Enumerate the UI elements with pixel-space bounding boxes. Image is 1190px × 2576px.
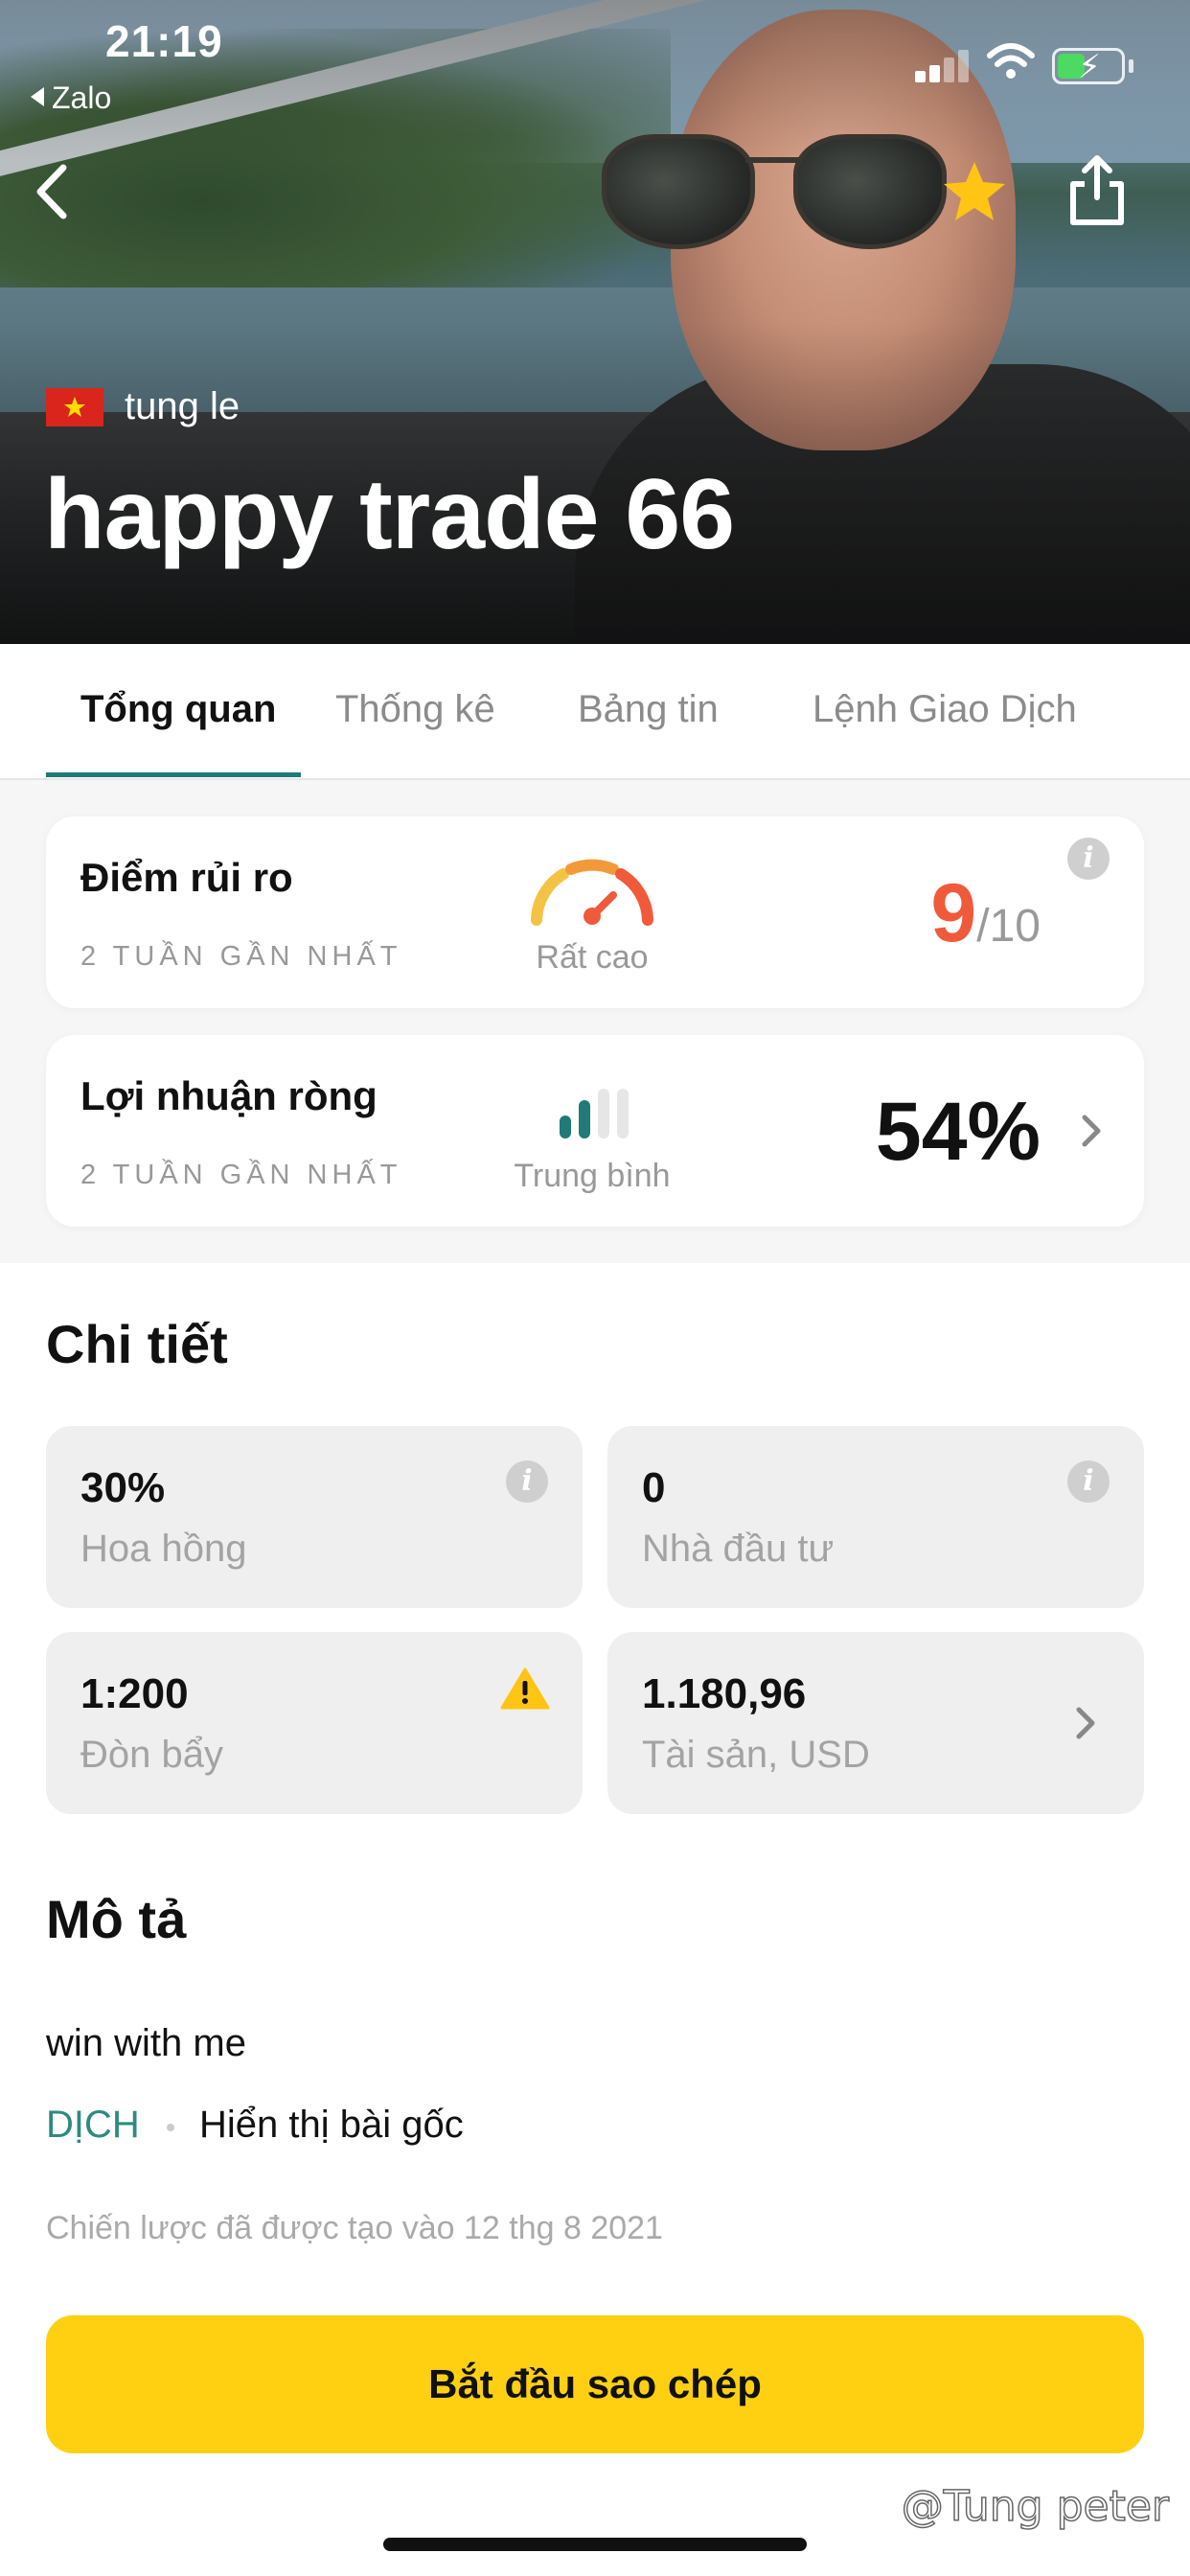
profit-level-bars-icon: [560, 1081, 646, 1138]
risk-score-title: Điểm rủi ro: [80, 855, 293, 900]
back-arrow-icon[interactable]: [29, 158, 86, 225]
strategy-title: happy trade 66: [44, 459, 735, 570]
commission-info-icon[interactable]: i: [506, 1460, 548, 1503]
cellular-signal-icon: [915, 50, 969, 82]
commission-label: Hoa hồng: [80, 1528, 247, 1570]
description-text: win with me: [46, 2022, 246, 2064]
tab-overview[interactable]: Tổng quan: [80, 688, 276, 731]
assets-tile[interactable]: 1.180,96 Tài sản, USD: [607, 1632, 1144, 1814]
tab-trade-orders[interactable]: Lệnh Giao Dịch: [812, 688, 1077, 731]
assets-value: 1.180,96: [642, 1670, 807, 1717]
chevron-right-icon: [1082, 1115, 1101, 1147]
created-date-text: Chiến lược đã được tạo vào 12 thg 8 2021: [46, 2210, 663, 2246]
share-icon[interactable]: [1064, 153, 1131, 230]
tab-news-feed[interactable]: Bảng tin: [578, 688, 719, 731]
battery-cap: [1129, 59, 1133, 73]
leverage-label: Đòn bẩy: [80, 1734, 223, 1776]
assets-label: Tài sản, USD: [642, 1734, 870, 1776]
tab-bar: Tổng quan Thống kê Bảng tin Lệnh Giao Dị…: [0, 644, 1190, 780]
investors-label: Nhà đầu tư: [642, 1528, 835, 1570]
commission-tile: 30% Hoa hồng i: [46, 1426, 583, 1608]
battery-icon: ⚡: [1052, 48, 1125, 85]
warning-icon[interactable]: [500, 1667, 550, 1711]
net-profit-title: Lợi nhuận ròng: [80, 1073, 378, 1118]
risk-level-label: Rất cao: [536, 939, 649, 976]
investors-value: 0: [642, 1464, 666, 1511]
favorite-star-icon[interactable]: [941, 158, 1008, 225]
owner-row: tung le: [46, 385, 240, 428]
active-tab-indicator: [46, 772, 301, 777]
risk-score-value: 9/10: [930, 867, 1041, 959]
details-title: Chi tiết: [46, 1314, 228, 1374]
tab-statistics[interactable]: Thống kê: [335, 688, 495, 731]
home-indicator[interactable]: [383, 2538, 807, 2551]
wifi-icon: [987, 43, 1035, 79]
chevron-right-icon: [1076, 1707, 1095, 1739]
investors-tile: 0 Nhà đầu tư i: [607, 1426, 1144, 1608]
risk-score-card[interactable]: Điểm rủi ro 2 TUẦN GẦN NHẤT Rất cao 9/10…: [46, 816, 1144, 1008]
show-original-link[interactable]: Hiển thị bài gốc: [199, 2104, 464, 2147]
net-profit-value: 54%: [875, 1086, 1041, 1178]
back-triangle-icon: [31, 87, 44, 106]
back-to-app-link[interactable]: Zalo: [31, 80, 111, 116]
risk-info-icon[interactable]: i: [1067, 838, 1110, 880]
translate-link[interactable]: DỊCH: [46, 2104, 140, 2147]
owner-name: tung le: [125, 385, 240, 427]
net-profit-card[interactable]: Lợi nhuận ròng 2 TUẦN GẦN NHẤT Trung bìn…: [46, 1035, 1144, 1227]
description-title: Mô tả: [46, 1889, 187, 1949]
separator-dot: [167, 2124, 174, 2131]
vietnam-flag-icon: [46, 387, 103, 426]
status-time: 21:19: [105, 16, 223, 66]
investors-info-icon[interactable]: i: [1067, 1460, 1110, 1503]
watermark-text: @Tung peter: [901, 2481, 1170, 2532]
leverage-value: 1:200: [80, 1670, 189, 1717]
net-profit-period: 2 TUẦN GẦN NHẤT: [80, 1160, 402, 1190]
leverage-tile: 1:200 Đòn bẩy: [46, 1632, 583, 1814]
risk-score-period: 2 TUẦN GẦN NHẤT: [80, 941, 402, 972]
commission-value: 30%: [80, 1464, 166, 1511]
risk-gauge-icon: [531, 859, 653, 926]
back-app-label: Zalo: [52, 80, 112, 115]
start-copy-button[interactable]: Bắt đầu sao chép: [46, 2315, 1144, 2453]
profit-level-label: Trung bình: [514, 1158, 671, 1194]
